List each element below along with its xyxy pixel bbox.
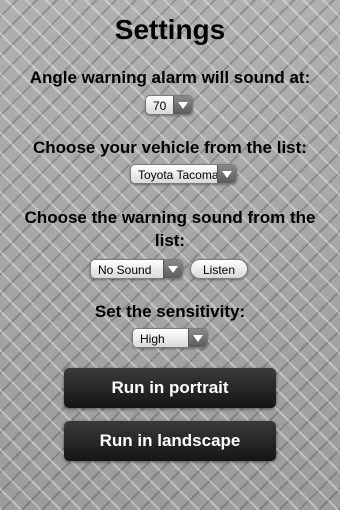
sound-label-line2: list: — [154, 231, 186, 250]
angle-select-value: 70 — [153, 99, 167, 113]
angle-label: Angle warning alarm will sound at: — [29, 68, 311, 87]
page-title: Settings — [114, 14, 226, 45]
listen-button[interactable]: Listen — [190, 259, 248, 279]
sensitivity-label: Set the sensitivity: — [94, 302, 246, 321]
sensitivity-select[interactable]: High — [132, 328, 208, 348]
sound-select[interactable]: No Sound — [90, 259, 183, 279]
sound-label-line1: Choose the warning sound from the — [24, 208, 316, 227]
run-portrait-button[interactable]: Run in portrait — [64, 368, 276, 408]
sensitivity-select-value: High — [140, 332, 165, 346]
settings-page: Settings Angle warning alarm will sound … — [0, 0, 340, 510]
chevron-down-icon — [217, 165, 236, 183]
chevron-down-icon — [163, 260, 182, 278]
chevron-down-icon — [173, 96, 192, 114]
angle-select[interactable]: 70 — [145, 95, 193, 115]
vehicle-label: Choose your vehicle from the list: — [33, 138, 307, 157]
vehicle-select[interactable]: Toyota Tacoma — [130, 164, 237, 184]
run-landscape-button[interactable]: Run in landscape — [64, 421, 276, 461]
chevron-down-icon — [188, 329, 207, 347]
sound-select-value: No Sound — [98, 263, 152, 277]
vehicle-select-value: Toyota Tacoma — [138, 168, 219, 182]
